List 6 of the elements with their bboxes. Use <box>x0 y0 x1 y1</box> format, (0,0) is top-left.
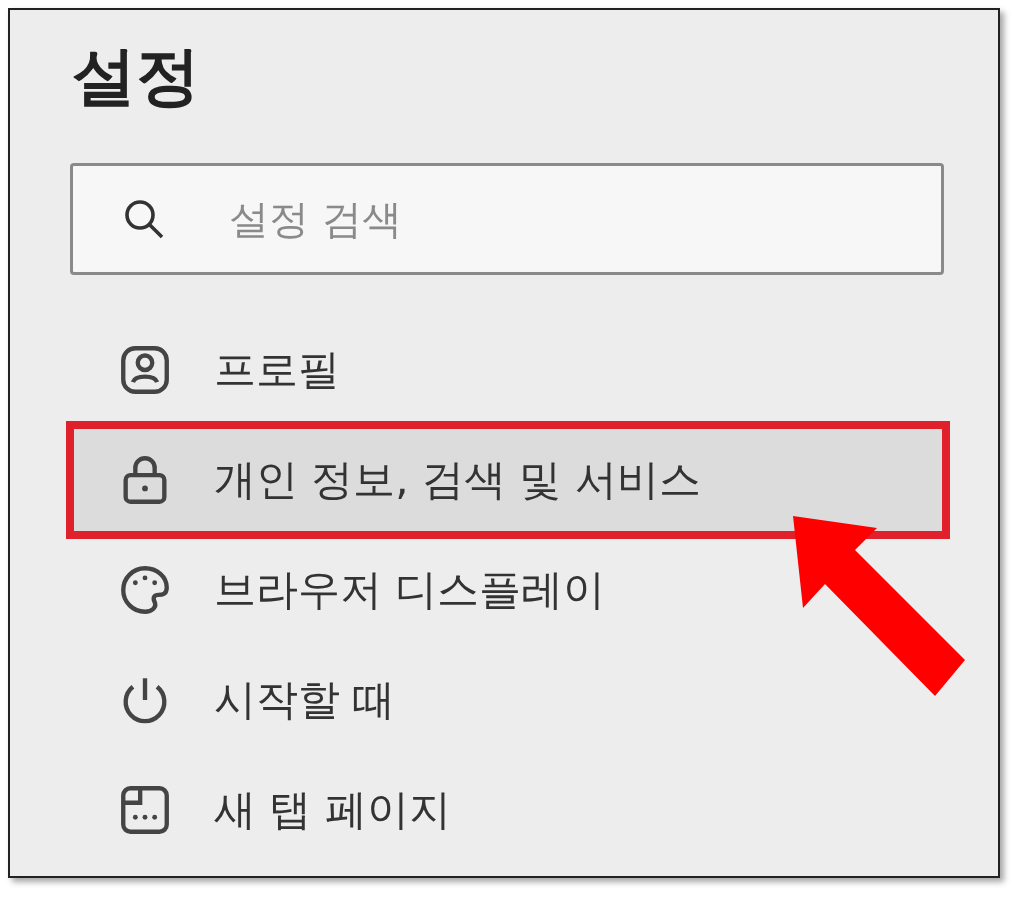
menu-item[interactable]: 시작할 때 <box>70 644 946 755</box>
menu-item[interactable]: 브라우저 디스플레이 <box>70 534 946 645</box>
page-title: 설정 <box>72 38 201 115</box>
search-field[interactable]: 설정 검색 <box>70 162 944 275</box>
menu-item[interactable]: 프로필 <box>70 314 946 425</box>
menu-item[interactable]: 새 탭 페이지 <box>70 754 946 865</box>
